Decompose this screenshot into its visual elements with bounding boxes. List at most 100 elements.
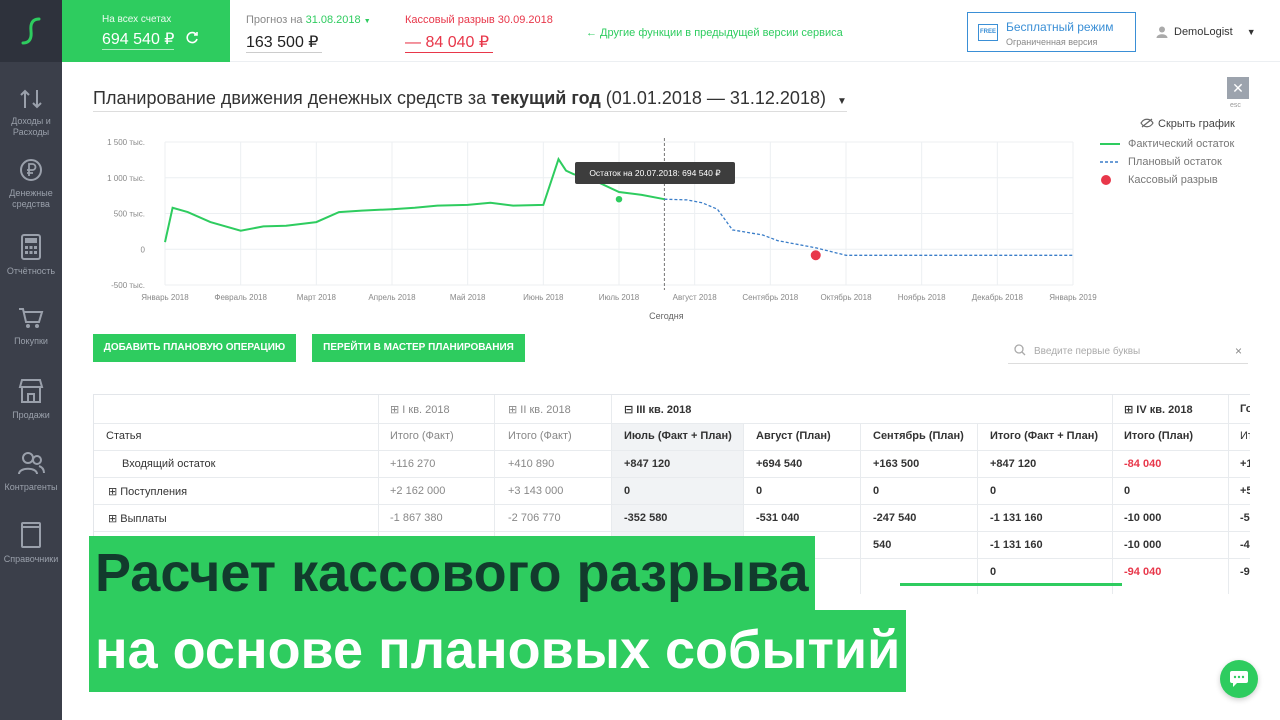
- search-icon: [1014, 344, 1026, 356]
- clear-search-icon[interactable]: ×: [1235, 344, 1242, 358]
- cash-gap-point: [810, 250, 821, 261]
- column-header: Сентябрь (План): [873, 430, 964, 442]
- table-cell: -9: [1240, 566, 1250, 578]
- table-cell: -1 131 160: [990, 539, 1043, 551]
- cash-gap-block[interactable]: Кассовый разрыв 30.09.2018 — 84 040 ₽: [405, 14, 553, 53]
- current-point: [614, 194, 624, 204]
- table-cell: 0: [1124, 485, 1131, 497]
- free-mode-button[interactable]: FREE Бесплатный режим Ограниченная верси…: [967, 12, 1136, 52]
- balance-value: 694 540 ₽: [102, 31, 175, 50]
- y-tick-label: -500 тыс.: [111, 281, 145, 290]
- table-cell: 0: [990, 485, 997, 497]
- table-cell: -84 040: [1124, 458, 1162, 470]
- forecast-block[interactable]: Прогноз на 31.08.2018 ▼ 163 500 ₽: [246, 14, 371, 53]
- hide-chart-label: Скрыть график: [1158, 118, 1235, 130]
- app-logo[interactable]: [0, 0, 62, 62]
- eye-off-icon: [1140, 118, 1154, 128]
- quarter-header-q1[interactable]: ⊞ I кв. 2018: [390, 403, 450, 416]
- quarter-header-q2[interactable]: ⊞ II кв. 2018: [508, 403, 571, 416]
- legend-item-gap: Кассовый разрыв: [1100, 174, 1218, 186]
- refresh-icon[interactable]: [185, 31, 199, 45]
- sidebar-item-label: Денежные: [9, 188, 53, 198]
- sidebar-item-purchases[interactable]: Покупки: [0, 306, 62, 347]
- row-divider: [94, 450, 1250, 451]
- table-cell: +2 162 000: [390, 485, 446, 497]
- today-label: Сегодня: [649, 311, 684, 321]
- sidebar-item-references[interactable]: Справочники: [0, 522, 62, 565]
- row-label[interactable]: ⊞ Выплаты: [108, 512, 167, 525]
- x-tick-label: Ноябрь 2018: [898, 293, 946, 302]
- sidebar-item-money[interactable]: Денежные средства: [0, 158, 62, 210]
- sidebar-item-label: средства: [12, 199, 50, 209]
- x-tick-label: Февраль 2018: [214, 293, 267, 302]
- quarter-header-q4[interactable]: ⊞ IV кв. 2018: [1124, 403, 1193, 416]
- contacts-icon: [18, 452, 45, 475]
- legend-fact-label: Фактический остаток: [1128, 138, 1235, 150]
- table-cell: -4: [1240, 539, 1250, 551]
- forecast-label: Прогноз на: [246, 14, 303, 26]
- cash-gap-value: — 84 040 ₽: [405, 32, 494, 53]
- column-header: Ит: [1240, 430, 1250, 442]
- total-balance[interactable]: На всех счетах 694 540 ₽: [62, 0, 230, 62]
- book-icon: [21, 522, 41, 548]
- x-tick-label: Январь 2018: [141, 293, 189, 302]
- cash-gap-label: Кассовый разрыв 30.09.2018: [405, 14, 553, 26]
- table-cell: +847 120: [990, 458, 1037, 470]
- search-input[interactable]: Введите первые буквы ×: [1008, 338, 1248, 364]
- y-tick-label: 1 000 тыс.: [107, 174, 145, 183]
- quarter-header-q3[interactable]: ⊟ III кв. 2018: [624, 403, 691, 416]
- free-mode-title: Бесплатный режим: [1006, 20, 1114, 34]
- legend-dot-gap-icon: [1101, 175, 1111, 185]
- table-cell: -247 540: [873, 512, 917, 524]
- legend-item-fact: Фактический остаток: [1100, 138, 1234, 150]
- x-tick-label: Апрель 2018: [368, 293, 416, 302]
- column-header: Июль (Факт + План): [624, 430, 732, 442]
- store-icon: [18, 379, 44, 403]
- chat-button[interactable]: [1220, 660, 1258, 698]
- hide-chart-toggle[interactable]: Скрыть график: [1140, 118, 1235, 130]
- col-divider: [1228, 395, 1229, 423]
- calculator-icon: [21, 234, 41, 260]
- old-version-link[interactable]: ← Другие функции в предыдущей версии сер…: [586, 27, 843, 39]
- x-tick-label: Сентябрь 2018: [742, 293, 798, 302]
- x-tick-label: Октябрь 2018: [820, 293, 872, 302]
- ruble-icon: [20, 159, 42, 181]
- y-tick-label: 500 тыс.: [114, 210, 145, 219]
- chevron-down-icon[interactable]: ▼: [364, 18, 371, 25]
- sidebar-item-label: Справочники: [3, 554, 59, 564]
- table-cell: +694 540: [756, 458, 803, 470]
- table-cell: +847 120: [624, 458, 671, 470]
- add-planned-operation-button[interactable]: Добавить плановую операцию: [93, 334, 296, 362]
- sidebar-item-income-expenses[interactable]: Доходы и Расходы: [0, 88, 62, 138]
- table-cell: -94 040: [1124, 566, 1162, 578]
- sidebar-item-reports[interactable]: Отчётность: [0, 234, 62, 277]
- table-cell: +5: [1240, 485, 1250, 497]
- page-title[interactable]: Планирование движения денежных средств з…: [93, 88, 847, 112]
- sidebar-item-label: Расходы: [12, 127, 50, 137]
- row-label: Входящий остаток: [122, 458, 216, 470]
- planning-master-button[interactable]: Перейти в мастер планирования: [312, 334, 525, 362]
- x-tick-label: Март 2018: [297, 293, 337, 302]
- sidebar-item-contractors[interactable]: Контрагенты: [0, 450, 62, 493]
- x-tick-label: Июль 2018: [599, 293, 640, 302]
- close-button[interactable]: ✕: [1227, 77, 1249, 99]
- table-cell: -1 131 160: [990, 512, 1043, 524]
- row-label[interactable]: ⊞ Поступления: [108, 485, 187, 498]
- title-prefix: Планирование движения денежных средств з…: [93, 88, 487, 108]
- y-tick-label: 1 500 тыс.: [107, 138, 145, 147]
- forecast-date[interactable]: 31.08.2018: [306, 14, 361, 26]
- x-tick-label: Июнь 2018: [523, 293, 564, 302]
- chevron-down-icon: ▼: [836, 96, 847, 107]
- sidebar-item-label: Продажи: [12, 410, 50, 420]
- column-header: Итого (План): [1124, 430, 1194, 442]
- chevron-down-icon: ▼: [1246, 27, 1256, 37]
- balance-label: На всех счетах: [102, 14, 172, 25]
- sidebar-item-label: Контрагенты: [4, 482, 58, 492]
- user-menu[interactable]: DemoLogist ▼: [1156, 26, 1256, 38]
- year-header: Го: [1240, 403, 1250, 415]
- sidebar-item-sales[interactable]: Продажи: [0, 378, 62, 421]
- row-divider: [94, 477, 1250, 478]
- col-divider: [611, 395, 612, 423]
- table-cell: -10 000: [1124, 539, 1162, 551]
- row-divider: [94, 531, 1250, 532]
